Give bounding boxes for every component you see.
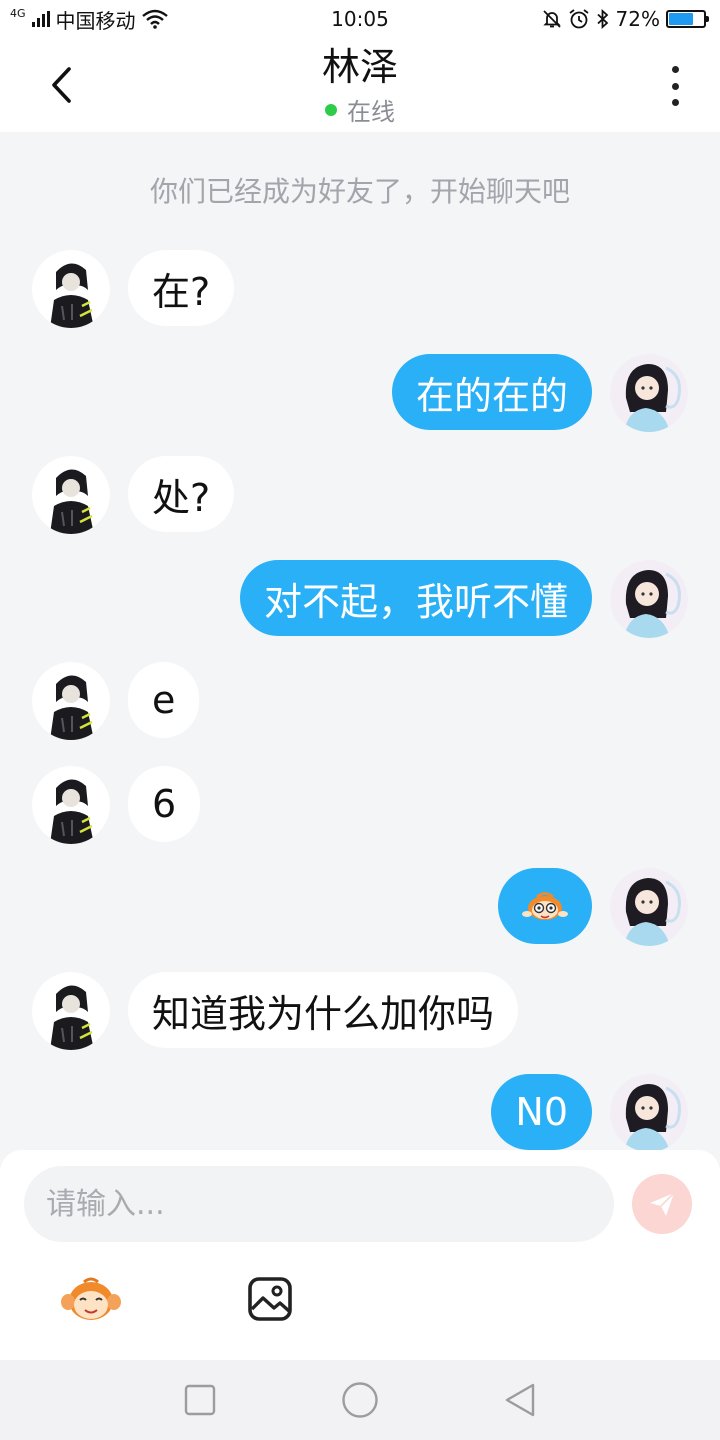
mute-icon (542, 10, 561, 28)
status-bar-left: 4G 中国移动 (10, 5, 168, 34)
contact-avatar[interactable] (32, 662, 110, 740)
home-button[interactable] (338, 1378, 382, 1422)
composer-panel (0, 1150, 720, 1360)
monkey-sticker-icon (522, 892, 568, 920)
contact-avatar[interactable] (32, 456, 110, 534)
more-dot-icon (671, 66, 679, 73)
sent-message-bubble[interactable]: N0 (491, 1074, 592, 1150)
recent-apps-icon (184, 1384, 216, 1416)
contact-avatar[interactable] (32, 972, 110, 1050)
avatar-girl-icon (610, 868, 688, 946)
more-dot-icon (671, 99, 679, 106)
avatar-dark-character-icon (32, 662, 110, 740)
avatar-girl-icon (610, 354, 688, 432)
received-message-bubble[interactable]: 处? (128, 456, 235, 532)
user-avatar[interactable] (610, 868, 688, 946)
received-message-bubble[interactable]: 6 (128, 766, 201, 842)
battery-percent: 72% (615, 7, 660, 31)
message-row: 对不起，我听不懂 (0, 560, 720, 640)
avatar-girl-icon (610, 560, 688, 638)
message-row: 在? (0, 250, 720, 330)
avatar-dark-character-icon (32, 972, 110, 1050)
battery-icon (666, 10, 709, 28)
received-message-bubble[interactable]: 知道我为什么加你吗 (128, 972, 519, 1048)
online-dot-icon (325, 103, 337, 116)
message-row: 在的在的 (0, 354, 720, 434)
sent-message-bubble[interactable]: 在的在的 (391, 354, 592, 430)
back-triangle-icon (505, 1383, 535, 1417)
message-row: 6 (0, 766, 720, 846)
image-icon (248, 1277, 292, 1321)
signal-icon (31, 11, 50, 27)
chat-header: 林泽 在线 (0, 38, 720, 132)
recent-apps-button[interactable] (178, 1378, 222, 1422)
back-nav-button[interactable] (498, 1378, 542, 1422)
image-button[interactable] (247, 1276, 293, 1322)
message-row: e (0, 662, 720, 742)
status-bar-right: 72% (542, 7, 709, 31)
message-row (0, 868, 720, 948)
system-message: 你们已经成为好友了，开始聊天吧 (149, 175, 570, 208)
system-nav-bar (0, 1360, 720, 1440)
more-options-button[interactable] (660, 66, 690, 106)
message-input[interactable] (24, 1166, 614, 1242)
message-row: 处? (0, 456, 720, 536)
online-status-label: 在线 (347, 98, 395, 126)
sent-sticker-bubble[interactable] (498, 868, 592, 944)
alarm-icon (569, 9, 589, 29)
user-avatar[interactable] (610, 354, 688, 432)
status-bar: 4G 中国移动 10:05 72% (0, 0, 720, 38)
message-row: N0 (0, 1074, 720, 1150)
network-type: 4G (10, 6, 26, 20)
chat-messages[interactable]: 你们已经成为好友了，开始聊天吧 在? 在的在的 处? 对不起，我听不懂 e 6 … (0, 132, 720, 1150)
received-message-bubble[interactable]: e (128, 662, 200, 738)
contact-avatar[interactable] (32, 250, 110, 328)
contact-avatar[interactable] (32, 766, 110, 844)
online-status: 在线 (325, 92, 395, 127)
avatar-girl-icon (610, 1074, 688, 1150)
monkey-emoji-icon (61, 1277, 121, 1320)
paper-plane-icon (650, 1192, 675, 1216)
avatar-dark-character-icon (32, 456, 110, 534)
received-message-bubble[interactable]: 在? (128, 250, 235, 326)
more-dot-icon (671, 82, 679, 90)
user-avatar[interactable] (610, 1074, 688, 1150)
bluetooth-icon (596, 9, 608, 29)
home-icon (342, 1382, 378, 1418)
battery-level-fill (669, 13, 694, 25)
sent-message-bubble[interactable]: 对不起，我听不懂 (239, 560, 592, 636)
carrier-label: 中国移动 (55, 8, 136, 33)
avatar-dark-character-icon (32, 766, 110, 844)
header-title-group: 林泽 在线 (0, 44, 720, 127)
send-button[interactable] (632, 1174, 692, 1234)
contact-name: 林泽 (321, 45, 398, 89)
avatar-dark-character-icon (32, 250, 110, 328)
message-row: 知道我为什么加你吗 (0, 972, 720, 1052)
user-avatar[interactable] (610, 560, 688, 638)
emoji-button[interactable] (60, 1274, 122, 1324)
wifi-icon (141, 9, 168, 29)
